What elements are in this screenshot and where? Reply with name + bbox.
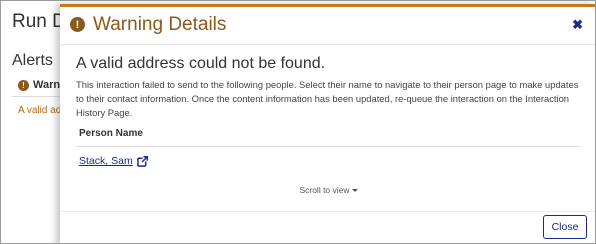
table-row: Stack, Sam: [79, 155, 148, 167]
background-divider: [12, 96, 62, 97]
person-link[interactable]: Stack, Sam: [79, 155, 133, 167]
scroll-hint-label: Scroll to view: [299, 185, 350, 195]
exclamation-circle-icon: !: [70, 17, 85, 32]
caret-down-icon: [351, 189, 358, 193]
modal-header: ! Warning Details ✖: [60, 7, 595, 45]
background-alert-message: A valid ad: [18, 105, 62, 116]
warning-details-modal: ! Warning Details ✖ A valid address coul…: [60, 4, 595, 243]
modal-description: This interaction failed to send to the f…: [76, 79, 579, 118]
close-button[interactable]: Close: [543, 215, 587, 239]
external-link-icon[interactable]: [136, 155, 148, 167]
alerts-section-heading: Alerts: [12, 52, 53, 69]
modal-heading: A valid address could not be found.: [76, 55, 326, 72]
table-divider: [76, 146, 581, 147]
background-page-title: Run D: [12, 11, 66, 32]
footer-divider: [60, 211, 595, 212]
column-header-person-name: Person Name: [79, 128, 143, 139]
exclamation-circle-icon: !: [18, 79, 29, 91]
screenshot-frame: Run D Alerts ! Warnin A valid ad ! Warni…: [0, 0, 596, 244]
scroll-to-view-hint[interactable]: Scroll to view: [60, 185, 595, 195]
modal-title: Warning Details: [93, 14, 227, 35]
close-icon[interactable]: ✖: [572, 17, 583, 33]
